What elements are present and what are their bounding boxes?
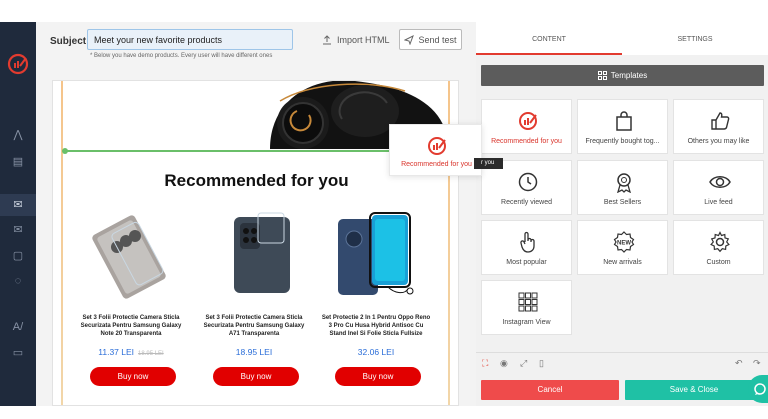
tile-label: Recommended for you xyxy=(491,138,562,145)
product-image xyxy=(338,212,414,295)
thumbs-up-icon xyxy=(711,112,730,130)
gear-icon xyxy=(710,231,730,253)
nav-email-active-icon[interactable]: ✉ xyxy=(0,194,36,216)
pointer-icon xyxy=(520,231,535,253)
drag-ghost-label: Recommended for you xyxy=(401,161,472,168)
shopping-bag-icon xyxy=(616,111,632,131)
send-test-button[interactable]: Send test xyxy=(399,29,462,50)
tile-label: Custom xyxy=(706,259,731,266)
subject-note: * Below you have demo products. Every us… xyxy=(90,53,273,59)
product-price: 32.06 LEI xyxy=(357,347,395,357)
preview-eye-icon[interactable]: ◉ xyxy=(500,358,508,369)
grid-icon xyxy=(518,292,538,312)
send-icon xyxy=(404,34,415,45)
subject-label: Subject xyxy=(50,36,87,47)
badge-icon xyxy=(617,173,631,193)
templates-label: Templates xyxy=(610,71,648,80)
panel-tabs: CONTENT SETTINGS xyxy=(476,22,768,55)
chat-icon xyxy=(754,383,766,395)
select-frame-icon[interactable]: ⛶ xyxy=(482,358,488,369)
product-old-price: 18.95 LEI xyxy=(138,351,164,357)
tooltip: r you xyxy=(474,158,503,169)
subject-input[interactable]: Meet your new favorite products xyxy=(87,29,293,50)
nav-chat-icon[interactable]: ▢ xyxy=(9,247,27,265)
templates-grid-icon xyxy=(597,71,607,80)
code-view-icon[interactable]: ▯ xyxy=(539,358,544,369)
redo-icon[interactable]: ↷ xyxy=(753,358,761,369)
tab-settings[interactable]: SETTINGS xyxy=(622,22,768,55)
recommended-icon xyxy=(428,137,446,155)
app-frame: ⋀ ▤ ✉ ✉ ▢ ◌ A/ ▭ Subject Meet your new f… xyxy=(0,0,768,419)
save-close-button[interactable]: Save & Close xyxy=(625,380,763,400)
tile-label: Best Sellers xyxy=(603,199,642,206)
tile-label: Frequently bought tog... xyxy=(585,138,660,145)
buy-now-button[interactable]: Buy now xyxy=(335,367,421,386)
tile-recommended-for-you[interactable]: Recommended for you xyxy=(481,99,572,154)
templates-button[interactable]: Templates xyxy=(481,65,764,86)
clock-icon xyxy=(518,172,538,192)
tile-instagram-view[interactable]: Instagram View xyxy=(481,280,572,335)
cancel-button[interactable]: Cancel xyxy=(481,380,619,400)
tile-frequently-bought[interactable]: Frequently bought tog... xyxy=(577,99,668,154)
import-html-button[interactable]: Import HTML xyxy=(322,31,390,49)
nav-card-icon[interactable]: ▭ xyxy=(9,344,27,362)
buy-now-button[interactable]: Buy now xyxy=(213,367,299,386)
product-name: Set Protectie 2 In 1 Pentru Oppo Reno 3 … xyxy=(321,315,431,337)
product-card[interactable]: Set 3 Folii Protectie Camera Sticla Secu… xyxy=(75,199,187,399)
product-image xyxy=(234,212,290,293)
upload-icon xyxy=(323,35,331,45)
buy-now-button[interactable]: Buy now xyxy=(90,367,176,386)
tile-best-sellers[interactable]: Best Sellers xyxy=(577,160,668,215)
tile-custom[interactable]: Custom xyxy=(673,220,764,275)
tile-others-you-may-like[interactable]: Others you may like xyxy=(673,99,764,154)
recommended-icon xyxy=(519,112,537,130)
new-badge-icon: NEW xyxy=(613,231,635,253)
tile-label: Instagram View xyxy=(502,319,551,326)
tile-label: Most popular xyxy=(506,259,547,266)
nav-comment-icon[interactable]: ◌ xyxy=(9,272,27,290)
tile-most-popular[interactable]: Most popular xyxy=(481,220,572,275)
drag-ghost-block[interactable]: Recommended for you xyxy=(389,124,482,176)
email-border-left xyxy=(61,81,63,405)
undo-icon[interactable]: ↶ xyxy=(735,358,743,369)
send-test-label: Send test xyxy=(418,34,457,45)
product-price: 18.95 LEI xyxy=(235,347,273,357)
eye-icon xyxy=(709,176,731,188)
app-logo[interactable] xyxy=(6,52,30,76)
fullscreen-icon[interactable]: ⤢ xyxy=(520,358,527,369)
product-price: 11.37 LEI 18.95 LEI xyxy=(98,347,164,357)
tile-label: Recently viewed xyxy=(501,199,552,206)
tile-label: Live feed xyxy=(704,199,733,206)
product-card[interactable]: Set 3 Folii Protectie Camera Sticla Secu… xyxy=(198,199,310,399)
product-name: Set 3 Folii Protectie Camera Sticla Secu… xyxy=(203,315,305,337)
product-image xyxy=(92,215,166,299)
import-html-label: Import HTML xyxy=(337,35,390,45)
svg-text:NEW: NEW xyxy=(617,241,631,247)
preview-toolbar: ⛶ ◉ ⤢ ▯ ↶ ↷ xyxy=(476,352,768,374)
tile-label: Others you may like xyxy=(687,138,750,145)
tab-content[interactable]: CONTENT xyxy=(476,22,622,55)
tile-new-arrivals[interactable]: NEW New arrivals xyxy=(577,220,668,275)
tile-live-feed[interactable]: Live feed xyxy=(673,160,764,215)
tile-label: New arrivals xyxy=(603,259,642,266)
product-name: Set 3 Folii Protectie Camera Sticla Secu… xyxy=(80,315,182,337)
product-card[interactable]: Set Protectie 2 In 1 Pentru Oppo Reno 3 … xyxy=(320,199,432,399)
nav-marketing-icon[interactable]: ⋀ xyxy=(9,126,27,144)
left-nav-rail: ⋀ ▤ ✉ ✉ ▢ ◌ A/ ▭ xyxy=(0,22,36,406)
chat-support-button[interactable] xyxy=(748,375,768,403)
nav-document-icon[interactable]: ▤ xyxy=(9,153,27,171)
nav-mail-icon[interactable]: ✉ xyxy=(9,221,27,239)
nav-ab-test-icon[interactable]: A/ xyxy=(9,318,27,336)
